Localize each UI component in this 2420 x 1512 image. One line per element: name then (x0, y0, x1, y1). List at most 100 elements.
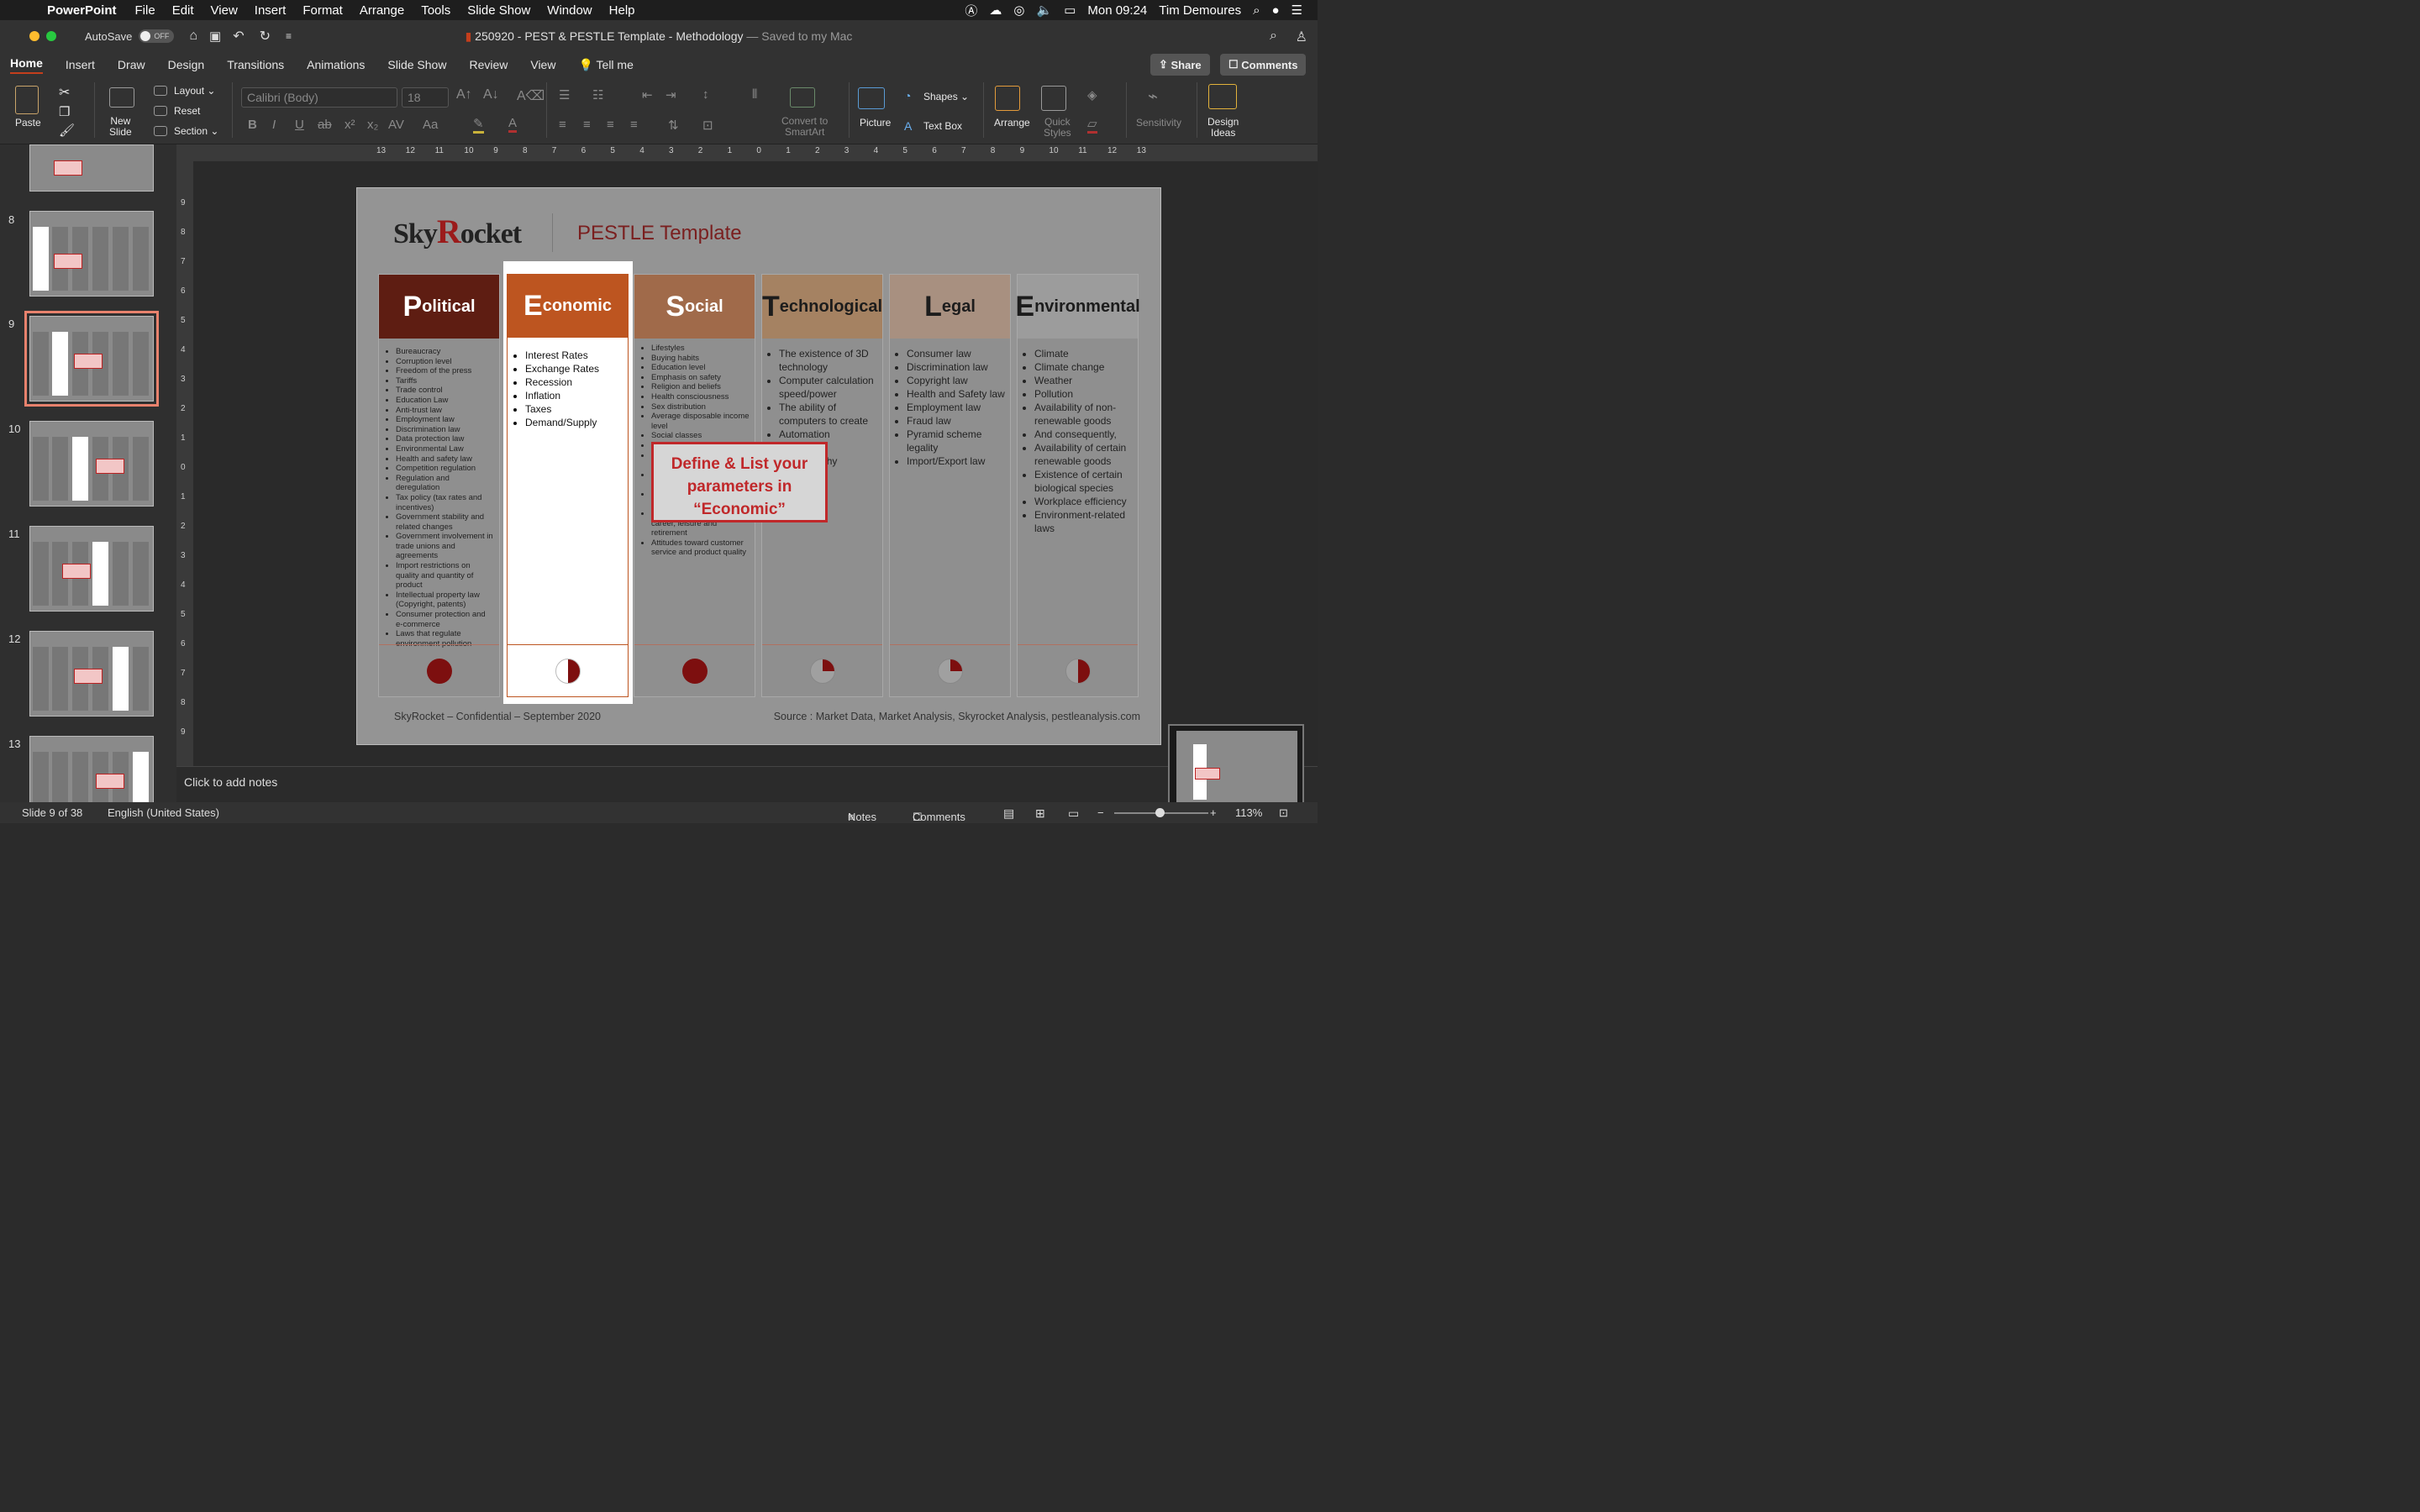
menu-file[interactable]: File (135, 3, 155, 18)
grow-font-icon[interactable]: A↑ (456, 87, 472, 102)
menu-edit[interactable]: Edit (172, 3, 194, 18)
sensitivity-icon[interactable]: ⌁ (1148, 86, 1158, 107)
tab-design[interactable]: Design (168, 58, 205, 71)
paste-icon[interactable] (15, 86, 39, 114)
tab-review[interactable]: Review (469, 58, 508, 71)
slide-thumbnail-panel[interactable]: 8 9 10 11 12 13 (0, 144, 176, 802)
thumbnail-11[interactable] (29, 526, 154, 612)
thumbnail-8[interactable] (29, 211, 154, 297)
menu-view[interactable]: View (211, 3, 238, 18)
justify-icon[interactable]: ≡ (630, 118, 638, 132)
arrange-button[interactable]: Arrange (994, 117, 1030, 129)
reset-button[interactable]: Reset (174, 105, 200, 117)
presenter-preview[interactable] (1168, 724, 1304, 810)
layout-button[interactable]: Layout ⌄ (174, 85, 215, 97)
subscript-icon[interactable]: x₂ (367, 118, 378, 132)
notes-pane[interactable]: Click to add notes (176, 766, 1318, 802)
thumbnail-7[interactable] (29, 144, 154, 192)
strikethrough-icon[interactable]: ab (318, 118, 332, 132)
character-spacing-icon[interactable]: AV (388, 118, 404, 132)
section-button[interactable]: Section ⌄ (174, 125, 218, 137)
font-family-select[interactable]: Calibri (Body) (241, 87, 397, 108)
new-slide-icon[interactable] (109, 87, 134, 108)
format-painter-icon[interactable]: 🖌 (59, 123, 75, 138)
align-center-icon[interactable]: ≡ (583, 118, 591, 132)
bold-icon[interactable]: B (248, 118, 257, 132)
status-icon[interactable]: Ⓐ (965, 2, 977, 19)
thumbnail-12[interactable] (29, 631, 154, 717)
app-menu[interactable]: PowerPoint (47, 3, 117, 18)
thumbnail-13[interactable] (29, 736, 154, 802)
clock[interactable]: Mon 09:24 (1087, 3, 1147, 18)
column-environmental[interactable]: Environmental ClimateClimate changeWeath… (1015, 274, 1140, 697)
reading-view-icon[interactable]: ▭ (1068, 806, 1079, 821)
normal-view-icon[interactable]: ▤ (1003, 806, 1014, 821)
volume-icon[interactable]: 🔈 (1037, 3, 1053, 18)
textbox-button[interactable]: Text Box (923, 120, 962, 132)
tab-transitions[interactable]: Transitions (227, 58, 284, 71)
copy-icon[interactable]: ❐ (59, 104, 70, 119)
column-legal[interactable]: Legal Consumer lawDiscrimination lawCopy… (889, 274, 1011, 697)
align-left-icon[interactable]: ≡ (559, 118, 566, 132)
font-size-select[interactable]: 18 (402, 87, 449, 108)
new-slide-button[interactable]: New Slide (109, 116, 132, 138)
slide-title[interactable]: PESTLE Template (577, 222, 742, 245)
zoom-out-icon[interactable]: − (1097, 806, 1104, 819)
tab-insert[interactable]: Insert (66, 58, 95, 71)
zoom-window-button[interactable] (46, 31, 56, 41)
paste-button[interactable]: Paste (15, 117, 41, 129)
line-spacing-icon[interactable]: ↕ (702, 87, 709, 102)
control-center-icon[interactable]: ☰ (1292, 3, 1302, 18)
superscript-icon[interactable]: x² (345, 118, 355, 132)
autosave-toggle[interactable]: OFF (139, 29, 175, 43)
language-indicator[interactable]: English (United States) (108, 806, 219, 819)
increase-indent-icon[interactable]: ⇥ (666, 87, 676, 102)
tab-draw[interactable]: Draw (118, 58, 145, 71)
italic-icon[interactable]: I (272, 118, 276, 132)
tab-home[interactable]: Home (10, 56, 43, 74)
save-icon[interactable]: ▣ (209, 29, 221, 44)
instruction-callout[interactable]: Define & List your parameters in “Econom… (651, 442, 828, 522)
thumbnail-10[interactable] (29, 421, 154, 507)
shapes-button[interactable]: Shapes ⌄ (923, 91, 969, 102)
thumbnail-9[interactable] (24, 311, 159, 407)
share-button[interactable]: ⇪ Share (1150, 54, 1210, 76)
columns-icon[interactable]: ⫴ (752, 87, 757, 102)
sensitivity-button[interactable]: Sensitivity (1136, 117, 1181, 129)
design-ideas-button[interactable]: Design Ideas (1207, 117, 1239, 139)
quick-styles-icon[interactable] (1041, 86, 1066, 111)
tab-animations[interactable]: Animations (307, 58, 365, 71)
home-icon[interactable]: ⌂ (189, 29, 197, 44)
font-color-icon[interactable]: A (508, 116, 518, 133)
menu-format[interactable]: Format (302, 3, 343, 18)
numbering-icon[interactable]: ☷ (592, 87, 603, 102)
menu-insert[interactable]: Insert (255, 3, 287, 18)
tell-me[interactable]: 💡 Tell me (578, 58, 633, 72)
search-icon[interactable]: ⌕ (1270, 29, 1277, 44)
fit-to-window-icon[interactable]: ⊡ (1279, 806, 1288, 820)
wifi-icon[interactable]: ◎ (1013, 3, 1024, 18)
slide[interactable]: SkyRocket PESTLE Template Political Bure… (356, 187, 1161, 745)
redo-icon[interactable]: ↻ (260, 28, 271, 45)
menu-help[interactable]: Help (609, 3, 635, 18)
comments-button[interactable]: ☐ Comments (1220, 54, 1307, 76)
smartart-icon[interactable] (790, 87, 815, 108)
fill-color-icon[interactable]: ◈ (1087, 87, 1097, 102)
battery-icon[interactable]: ▭ (1064, 3, 1076, 18)
bullets-icon[interactable]: ☰ (559, 87, 570, 102)
minimize-window-button[interactable] (29, 31, 39, 41)
change-case-icon[interactable]: Aa (423, 118, 438, 132)
user-name[interactable]: Tim Demoures (1159, 3, 1241, 18)
menu-slideshow[interactable]: Slide Show (467, 3, 530, 18)
notes-placeholder[interactable]: Click to add notes (184, 775, 277, 789)
column-economic-highlight[interactable]: Economic Interest RatesExchange RatesRec… (503, 261, 633, 704)
decrease-indent-icon[interactable]: ⇤ (642, 87, 653, 102)
text-direction-icon[interactable]: ⇅ (668, 118, 679, 133)
convert-smartart-button[interactable]: Convert to SmartArt (781, 116, 828, 138)
siri-icon[interactable]: ● (1271, 3, 1279, 18)
arrange-icon[interactable] (995, 86, 1020, 111)
undo-icon[interactable]: ↶ (233, 28, 244, 45)
align-text-icon[interactable]: ⊡ (702, 118, 713, 133)
cut-icon[interactable]: ✂ (59, 84, 70, 101)
zoom-in-icon[interactable]: + (1210, 806, 1217, 819)
